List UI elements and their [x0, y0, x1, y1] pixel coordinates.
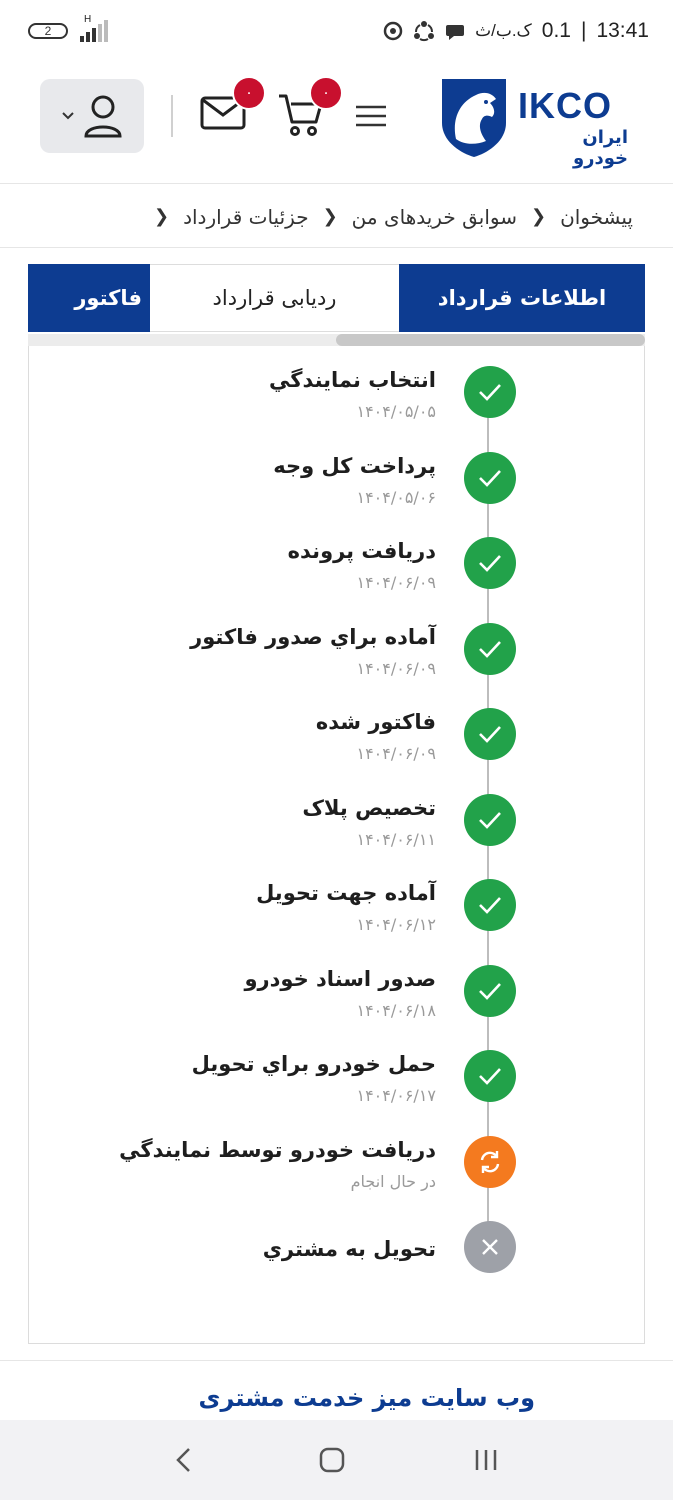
back-icon[interactable]	[173, 1446, 193, 1474]
sync-icon	[414, 21, 435, 42]
check-icon	[464, 537, 516, 589]
chevron-left-icon: ❮	[322, 206, 338, 227]
tabs-scrollbar[interactable]	[28, 334, 645, 346]
home-icon[interactable]	[318, 1446, 346, 1474]
check-icon	[464, 964, 516, 1017]
cart-button[interactable]: ۰	[277, 76, 343, 138]
ikco-logo[interactable]: IKCO ایران خودرو	[438, 75, 628, 169]
tracking-panel: انتخاب نمايندگي ۱۴۰۴/۰۵/۰۵ پرداخت کل وجه ۱۴…	[28, 346, 645, 1344]
timeline-step: تخصيص پلاک ۱۴۰۴/۰۶/۱۱	[29, 793, 646, 880]
timeline-step-date: ۱۴۰۴/۰۵/۰۵	[356, 402, 436, 421]
chrome-icon	[383, 21, 403, 41]
timeline-step: انتخاب نمايندگي ۱۴۰۴/۰۵/۰۵	[29, 366, 646, 452]
timeline-step: پرداخت کل وجه ۱۴۰۴/۰۵/۰۶	[29, 451, 646, 538]
mail-button[interactable]: ۰	[200, 76, 266, 136]
user-icon	[84, 95, 122, 138]
timeline-step-date: ۱۴۰۴/۰۶/۰۹	[356, 658, 436, 678]
check-icon	[464, 622, 516, 675]
status-bar-right: ک.ب/ث 0.1 | 13:41	[383, 19, 649, 43]
check-icon	[464, 879, 516, 931]
timeline-step: دريافت پرونده ۱۴۰۴/۰۶/۰۹	[29, 537, 646, 623]
check-icon	[464, 793, 516, 846]
chevron-left-icon: ❮	[530, 206, 547, 227]
timeline-step-title: دريافت پرونده	[287, 539, 436, 563]
tabs-scrollbar-thumb[interactable]	[336, 334, 645, 346]
timeline-step: صدور اسناد خودرو ۱۴۰۴/۰۶/۱۸	[29, 964, 646, 1051]
hamburger-icon	[356, 105, 386, 127]
timeline-step-title: آماده براي صدور فاکتور	[190, 624, 436, 649]
network-speed-unit: ک.ب/ث	[475, 21, 532, 40]
timeline-step-date: ۱۴۰۴/۰۶/۰۹	[356, 744, 436, 763]
breadcrumb: پیشخوان ❮ سوابق خریدهای من ❮ جزئیات قرار…	[0, 186, 673, 248]
sim-badge: 2	[28, 23, 68, 39]
user-menu-button[interactable]	[40, 79, 144, 153]
app-header: ۰ ۰ IKCO ایران خودرو	[0, 62, 673, 184]
timeline-step-title: دريافت خودرو توسط نمايندگي	[119, 1137, 436, 1162]
timeline-step-date: ۱۴۰۴/۰۶/۱۲	[356, 915, 436, 934]
breadcrumb-item-purchase-history[interactable]: سوابق خریدهای من	[352, 205, 517, 229]
footer-title[interactable]: وب سایت میز خدمت مشتری	[198, 1384, 535, 1412]
timeline-step: آماده براي صدور فاکتور ۱۴۰۴/۰۶/۰۹	[29, 622, 646, 709]
timeline-step-date: در حال انجام	[350, 1171, 436, 1191]
cart-count-badge: ۰	[309, 76, 343, 110]
system-nav-bar	[0, 1420, 673, 1500]
timeline-step: حمل خودرو براي تحويل ۱۴۰۴/۰۶/۱۷	[29, 1050, 646, 1136]
timeline-step-title: آماده جهت تحويل	[256, 881, 436, 905]
timeline-step-date: ۱۴۰۴/۰۶/۱۷	[356, 1086, 436, 1105]
timeline-step-title: پرداخت کل وجه	[273, 453, 436, 478]
timeline-step: تحويل به مشتري	[29, 1221, 646, 1307]
network-speed: 0.1	[541, 19, 571, 42]
tab-contract-tracking[interactable]: ردیابی قرارداد	[150, 264, 399, 332]
check-icon	[464, 708, 516, 760]
chevron-down-icon	[62, 112, 74, 120]
status-bar-left: 2 H	[28, 14, 108, 42]
chevron-left-icon: ❮	[154, 206, 170, 227]
contract-tabs: اطلاعات قرارداد ردیابی قرارداد فاکتور	[28, 264, 645, 332]
check-icon	[464, 366, 516, 418]
clock: 13:41	[596, 19, 649, 42]
timeline-step-title: حمل خودرو براي تحويل	[191, 1052, 436, 1076]
timeline-step: آماده جهت تحويل ۱۴۰۴/۰۶/۱۲	[29, 879, 646, 965]
timeline-step-date: ۱۴۰۴/۰۶/۱۱	[356, 829, 436, 849]
logo-subtext: ایران خودرو	[572, 127, 628, 169]
breadcrumb-item-dashboard[interactable]: پیشخوان	[560, 205, 633, 229]
mail-count-badge: ۰	[232, 76, 266, 110]
timeline-step-date: ۱۴۰۴/۰۶/۱۸	[356, 1000, 436, 1020]
timeline-step: دريافت خودرو توسط نمايندگي در حال انجام	[29, 1135, 646, 1222]
tab-invoice[interactable]: فاکتور	[28, 264, 150, 332]
recent-apps-icon[interactable]	[472, 1447, 500, 1473]
timeline-step-title: تخصيص پلاک	[302, 795, 436, 820]
horse-shield-logo-icon	[442, 79, 506, 157]
hamburger-menu-button[interactable]	[355, 104, 389, 130]
in-progress-refresh-icon	[464, 1135, 516, 1188]
timeline-step-title: تحويل به مشتري	[262, 1237, 436, 1261]
status-bar: 2 H ک.ب/ث 0.1 | 13:41	[0, 0, 673, 62]
timeline-step-date: ۱۴۰۴/۰۶/۰۹	[356, 573, 436, 592]
check-icon	[464, 1050, 516, 1102]
tab-contract-info[interactable]: اطلاعات قرارداد	[399, 264, 645, 332]
check-icon	[464, 451, 516, 504]
pending-x-icon	[464, 1221, 516, 1273]
timeline-step: فاکتور شده ۱۴۰۴/۰۶/۰۹	[29, 708, 646, 794]
footer-divider	[0, 1360, 673, 1361]
timeline-step-title: انتخاب نمايندگي	[269, 368, 436, 392]
network-type-label: H	[84, 14, 92, 25]
breadcrumb-item-contract-details[interactable]: جزئیات قرارداد	[183, 205, 308, 229]
timeline-step-title: فاکتور شده	[315, 710, 436, 734]
chat-icon	[446, 25, 465, 40]
timeline-step-title: صدور اسناد خودرو	[244, 966, 437, 991]
signal-icon: H	[80, 14, 108, 42]
header-divider	[171, 95, 173, 137]
status-separator: |	[580, 19, 587, 42]
timeline-step-date: ۱۴۰۴/۰۵/۰۶	[356, 487, 436, 507]
logo-text: IKCO	[518, 85, 612, 126]
